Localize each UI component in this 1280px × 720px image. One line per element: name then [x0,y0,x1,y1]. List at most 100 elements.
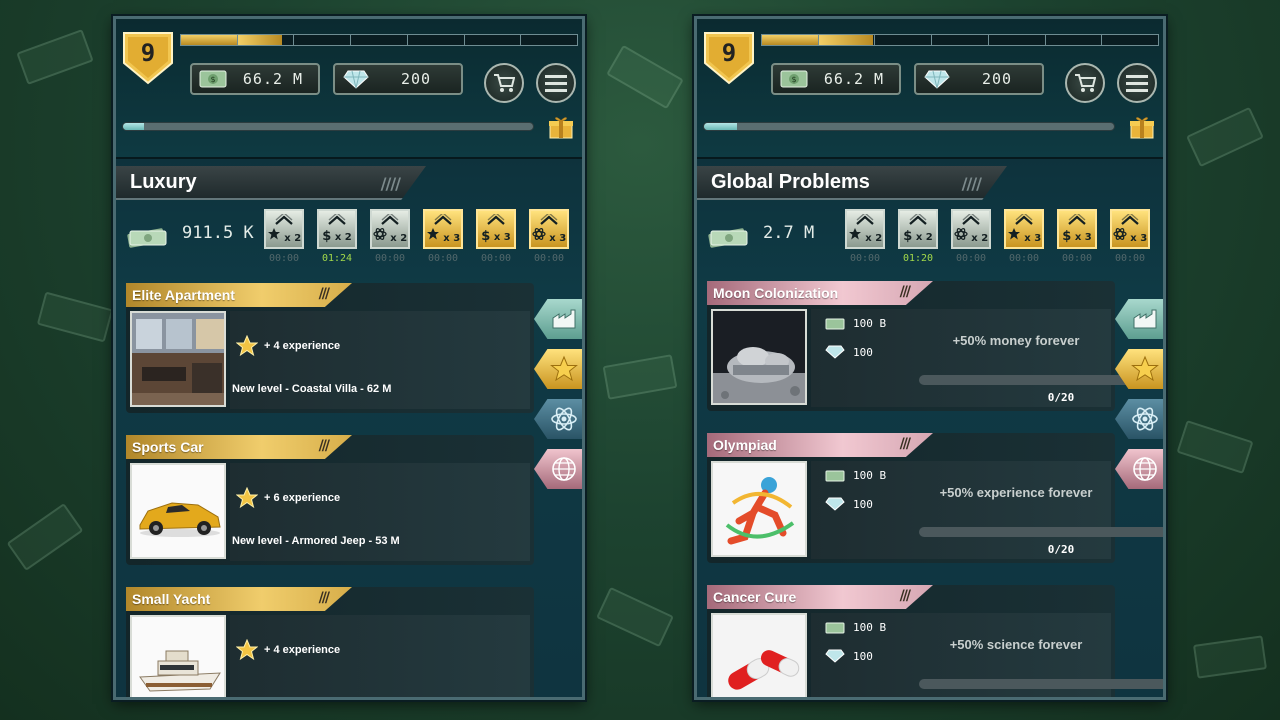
chevron-up-icon [909,214,927,225]
tab-global-problems[interactable] [1115,449,1163,489]
item-body: 100 B 100 +50% money forever 0/20 [811,309,1163,407]
boost-timer: 00:00 [849,253,881,264]
level-badge: 9 [703,29,755,85]
diamond-icon [825,345,845,359]
boost-timer: 00:00 [955,253,987,264]
xp-text: + 4 experience [264,644,341,656]
problem-progress-bar [919,679,1163,689]
shop-cart-button[interactable] [484,63,524,103]
xp-text: + 6 experience [264,492,341,504]
list-item[interactable]: Cancer Cure/// 100 B 100 +50% science fo… [707,585,1163,697]
boost-multiplier: x 2 [284,233,302,244]
chevron-up-icon [328,214,346,225]
boost-multiplier: x 3 [1130,233,1148,244]
runner-image [711,461,807,557]
boost-button[interactable]: x 2 [264,209,304,249]
gift-icon[interactable] [1129,115,1155,139]
diamond-icon [825,497,845,511]
boost-button[interactable]: x 2 [951,209,991,249]
boost-timer: 01:24 [321,253,353,264]
money-value: 66.2 M [242,70,304,88]
next-level-text: New level - Armored Jeep - 53 M [232,535,400,547]
item-title-bar: Small Yacht/// [126,587,352,611]
tab-industry[interactable] [1115,299,1163,339]
boost-button[interactable]: $ x 3 [1057,209,1097,249]
item-title-bar: Sports Car/// [126,435,352,459]
chevron-up-icon [434,214,452,225]
cash-stack-icon [126,225,168,249]
bonus-text: +50% money forever [952,333,1080,348]
level-badge: 9 [122,29,174,85]
list-item[interactable]: Sports Car/// + 6 experience New level -… [126,435,534,565]
stripes-decoration: //// [961,174,982,193]
gem-value: 200 [981,70,1013,88]
boost-button[interactable]: x 2 [845,209,885,249]
item-title-bar: Cancer Cure/// [707,585,933,609]
hamburger-icon [1126,75,1148,92]
boost-multiplier: x 2 [334,232,352,243]
gift-icon[interactable] [548,115,574,139]
boost-button[interactable]: x 3 [1110,209,1150,249]
luxury-panel: 9 $ 66.2 M 200 Luxury //// 911.5 K x 2 0… [113,16,585,700]
factory-icon [550,305,578,333]
boost-button[interactable]: x 3 [423,209,463,249]
money-cost: 100 B [825,469,886,482]
cash-stack-icon [707,225,749,249]
boost-timer: 00:00 [427,253,459,264]
star-icon [848,228,862,244]
chevron-up-icon [540,214,558,225]
globe-icon [550,455,578,483]
xp-reward: + 6 experience [236,487,340,509]
global-problems-panel: 9 $ 66.2 M 200 Global Problems //// 2.7 … [694,16,1166,700]
money-cost: 100 B [825,317,886,330]
tab-science[interactable] [534,399,582,439]
list-item[interactable]: Elite Apartment/// + 4 experience New le… [126,283,534,413]
factory-icon [1131,305,1159,333]
money-counter: $ 66.2 M [190,63,320,95]
hamburger-icon [545,75,567,92]
section-title: Luxury [130,171,197,193]
boost-button[interactable]: x 3 [529,209,569,249]
shop-cart-button[interactable] [1065,63,1105,103]
stripes-decoration: //// [380,174,401,193]
section-title: Global Problems [711,171,870,193]
boost-button[interactable]: $ x 2 [898,209,938,249]
list-item[interactable]: Olympiad/// 100 B 100 +50% experience fo… [707,433,1163,563]
pills-image [711,613,807,697]
boost-multiplier: x 2 [971,233,989,244]
boost-multiplier: x 3 [1074,232,1092,243]
boost-timer: 01:20 [902,253,934,264]
chevron-up-icon [1121,214,1139,225]
boost-row: 911.5 K x 2 00:00 $ x 2 01:24 x 2 00:00 x 3 0… [116,205,582,277]
cash-icon [825,318,845,329]
money-value: 66.2 M [823,70,885,88]
menu-button[interactable] [536,63,576,103]
chevron-up-icon [1068,214,1086,225]
tab-global-problems[interactable] [534,449,582,489]
tab-luxury[interactable] [534,349,582,389]
boost-button[interactable]: x 2 [370,209,410,249]
star-icon [236,639,258,661]
list-item[interactable]: Small Yacht/// + 4 experience [126,587,534,697]
boost-row: 2.7 M x 2 00:00 $ x 2 01:20 x 2 00:00 x 3 00:… [697,205,1163,277]
atom-icon [954,228,968,244]
globe-icon [1131,455,1159,483]
boost-button[interactable]: x 3 [1004,209,1044,249]
boost-button[interactable]: $ x 3 [476,209,516,249]
item-title-bar: Elite Apartment/// [126,283,352,307]
bonus-text: +50% experience forever [939,485,1093,500]
cash-icon: $ [779,69,809,89]
boost-multiplier: x 3 [493,232,511,243]
money-cost: 100 B [825,621,886,634]
item-body: 100 B 100 +50% science forever [811,613,1163,697]
boost-timer: 00:00 [533,253,565,264]
tab-industry[interactable] [534,299,582,339]
menu-button[interactable] [1117,63,1157,103]
reward-progress-bar [703,122,1115,131]
dollar-icon: $ [322,229,332,244]
list-item[interactable]: Moon Colonization/// 100 B 100 +50% mone… [707,281,1163,411]
gem-counter: 200 [333,63,463,95]
boost-button[interactable]: $ x 2 [317,209,357,249]
star-icon [1131,355,1159,383]
tab-science[interactable] [1115,399,1163,439]
